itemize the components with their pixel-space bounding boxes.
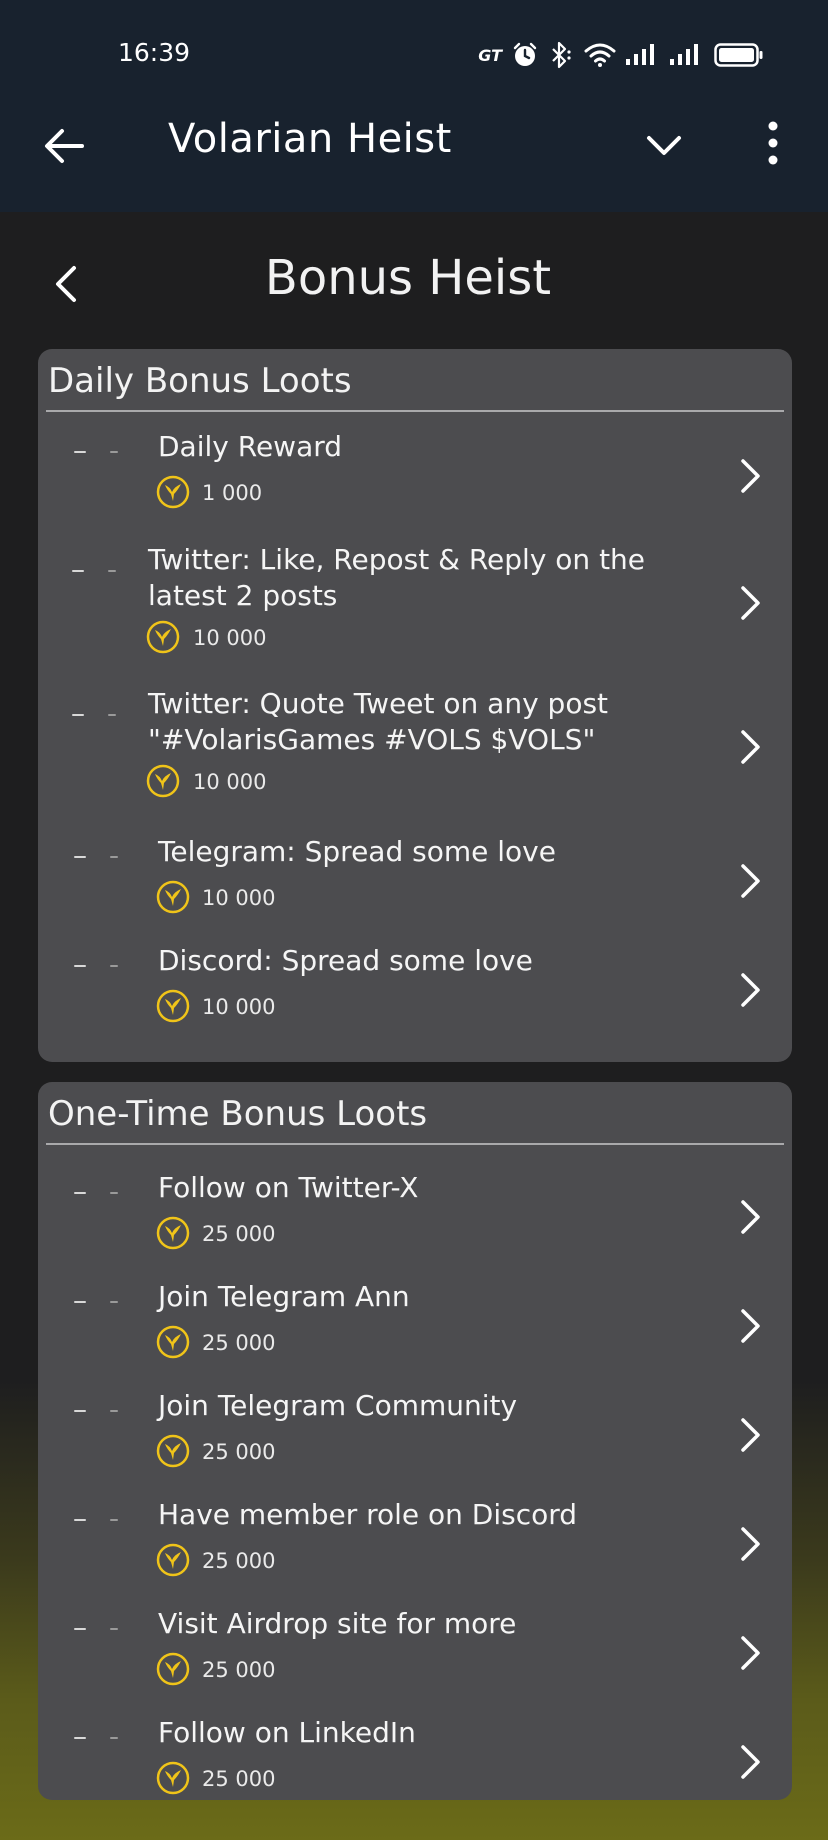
coin-icon (156, 1216, 190, 1250)
status-time: 16:39 (118, 38, 191, 67)
status-icons: GT (478, 40, 764, 70)
coin-icon (156, 989, 190, 1023)
status-dashes (72, 714, 122, 720)
signal-icon (626, 44, 654, 65)
item-amount: 10 000 (202, 995, 276, 1019)
chevron-right-icon[interactable] (738, 457, 764, 495)
section-title: One-Time Bonus Loots (48, 1094, 428, 1134)
coin-icon (146, 764, 180, 798)
chevron-right-icon[interactable] (738, 1307, 764, 1345)
status-dashes (74, 1301, 124, 1307)
item-amount: 10 000 (193, 770, 267, 794)
status-dashes (72, 570, 122, 576)
item-amount: 25 000 (202, 1331, 276, 1355)
list-item[interactable]: Daily Reward 1 000 (38, 429, 792, 539)
item-label: Twitter: Quote Tweet on any post "#Volar… (148, 687, 609, 756)
coin-icon (156, 880, 190, 914)
item-label: Telegram: Spread some love (158, 835, 556, 868)
item-amount: 25 000 (202, 1549, 276, 1573)
page-header: Bonus Heist (0, 212, 828, 342)
item-label: Have member role on Discord (158, 1498, 578, 1531)
chevron-right-icon[interactable] (738, 584, 764, 622)
bluetooth-icon (552, 41, 571, 69)
item-label: Join Telegram Ann (158, 1280, 410, 1313)
chevron-right-icon[interactable] (738, 1743, 764, 1781)
section-title: Daily Bonus Loots (48, 361, 352, 401)
status-dashes (74, 451, 124, 457)
battery-icon (714, 43, 763, 67)
list-item[interactable]: Have member role on Discord 25 000 (38, 1497, 792, 1605)
status-dashes (74, 1737, 124, 1743)
item-amount: 25 000 (202, 1440, 276, 1464)
signal-icon (670, 44, 698, 65)
status-dashes (74, 856, 124, 862)
chevron-right-icon[interactable] (738, 971, 764, 1009)
item-amount: 25 000 (202, 1767, 276, 1791)
item-label: Follow on Twitter-X (158, 1171, 419, 1204)
carrier-badge: GT (478, 45, 502, 65)
status-dashes (74, 965, 124, 971)
divider (46, 410, 784, 412)
item-amount: 25 000 (202, 1222, 276, 1246)
list-item[interactable]: Follow on Twitter-X 25 000 (38, 1170, 792, 1278)
list-item[interactable]: Twitter: Like, Repost & Reply on the lat… (38, 542, 792, 682)
item-amount: 10 000 (202, 886, 276, 910)
page-title: Bonus Heist (264, 250, 552, 306)
item-amount: 10 000 (193, 626, 267, 650)
alarm-icon (513, 42, 537, 66)
daily-loots-card: Daily Bonus Loots Daily Reward 1 000 Twi… (38, 349, 792, 1062)
more-vert-icon[interactable] (758, 118, 788, 168)
item-label: Visit Airdrop site for more (158, 1607, 517, 1640)
item-amount: 25 000 (202, 1658, 276, 1682)
list-item[interactable]: Join Telegram Community 25 000 (38, 1388, 792, 1496)
chevron-right-icon[interactable] (738, 1634, 764, 1672)
item-label: Discord: Spread some love (158, 944, 533, 977)
status-dashes (74, 1519, 124, 1525)
back-arrow-icon[interactable] (42, 124, 86, 168)
coin-icon (156, 1325, 190, 1359)
status-dashes (74, 1410, 124, 1416)
item-label: Daily Reward (158, 430, 343, 463)
list-item[interactable]: Follow on LinkedIn 25 000 (38, 1715, 792, 1800)
app-title: Volarian Heist (168, 116, 452, 162)
chevron-right-icon[interactable] (738, 1525, 764, 1563)
list-item[interactable]: Join Telegram Ann 25 000 (38, 1279, 792, 1387)
coin-icon (156, 1652, 190, 1686)
app-bar: Volarian Heist (0, 90, 828, 212)
divider (46, 1143, 784, 1145)
wifi-icon (584, 43, 616, 67)
coin-icon (156, 1761, 190, 1795)
item-label: Join Telegram Community (158, 1389, 518, 1422)
chevron-down-icon[interactable] (644, 130, 684, 160)
list-item[interactable]: Visit Airdrop site for more 25 000 (38, 1606, 792, 1714)
item-label: Follow on LinkedIn (158, 1716, 416, 1749)
onetime-loots-card: One-Time Bonus Loots Follow on Twitter-X… (38, 1082, 792, 1800)
chevron-right-icon[interactable] (738, 728, 764, 766)
chevron-right-icon[interactable] (738, 1416, 764, 1454)
list-item[interactable]: Telegram: Spread some love 10 000 (38, 834, 792, 944)
chevron-right-icon[interactable] (738, 1198, 764, 1236)
status-bar: 16:39 GT (0, 0, 828, 90)
chevron-right-icon[interactable] (738, 862, 764, 900)
coin-icon (156, 1434, 190, 1468)
list-item[interactable]: Discord: Spread some love 10 000 (38, 943, 792, 1053)
list-item[interactable]: Twitter: Quote Tweet on any post "#Volar… (38, 686, 792, 826)
coin-icon (146, 620, 180, 654)
status-dashes (74, 1192, 124, 1198)
coin-icon (156, 475, 190, 509)
item-label: Twitter: Like, Repost & Reply on the lat… (148, 543, 646, 612)
status-dashes (74, 1628, 124, 1634)
coin-icon (156, 1543, 190, 1577)
item-amount: 1 000 (202, 481, 263, 505)
